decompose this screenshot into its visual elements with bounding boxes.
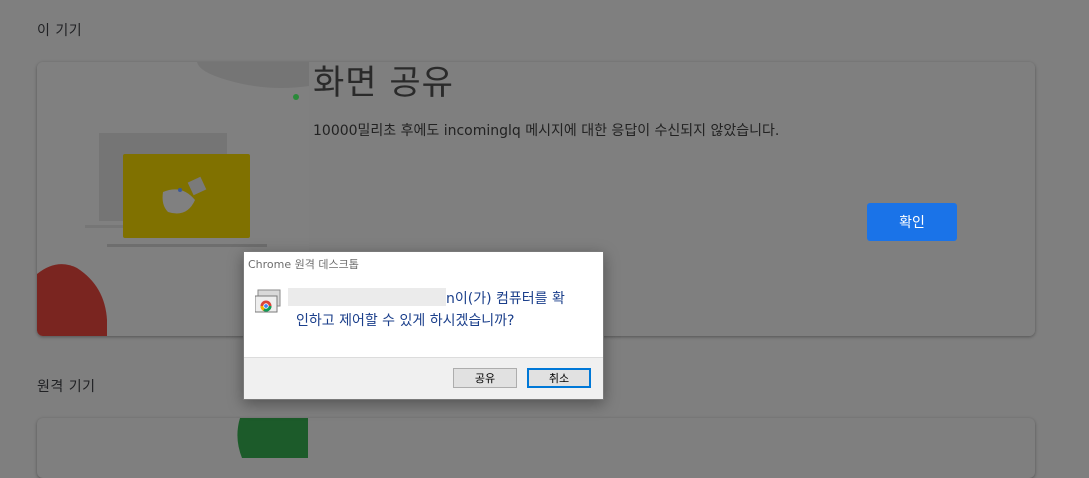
dialog-message: 10000밀리초 후에도 incominglq 메시지에 대한 응답이 수신되지… bbox=[313, 123, 780, 139]
prompt-message-line1: n이(가) 컴퓨터를 확 bbox=[446, 291, 565, 307]
section-label-this-device: 이 기기 bbox=[37, 23, 83, 39]
prompt-footer: 공유 취소 bbox=[244, 357, 603, 399]
prompt-title: Chrome 원격 데스크톱 bbox=[248, 258, 359, 271]
share-button[interactable]: 공유 bbox=[453, 368, 517, 388]
remote-device-card bbox=[37, 418, 1035, 478]
cancel-button[interactable]: 취소 bbox=[527, 368, 591, 388]
share-permission-prompt: Chrome 원격 데스크톱 n이(가) 컴퓨터를 확 인하고 제어할 수 있게… bbox=[243, 251, 604, 400]
redacted-name bbox=[288, 288, 446, 306]
chrome-remote-desktop-icon bbox=[255, 289, 281, 313]
prompt-message-line2: 인하고 제어할 수 있게 하시겠습니까? bbox=[296, 313, 515, 329]
ok-button[interactable]: 확인 bbox=[867, 203, 957, 241]
prompt-message: n이(가) 컴퓨터를 확 인하고 제어할 수 있게 하시겠습니까? bbox=[288, 288, 588, 332]
section-label-remote-devices: 원격 기기 bbox=[37, 379, 96, 395]
dialog-title: 화면 공유 bbox=[313, 63, 454, 103]
remote-card-illustration bbox=[237, 418, 308, 458]
